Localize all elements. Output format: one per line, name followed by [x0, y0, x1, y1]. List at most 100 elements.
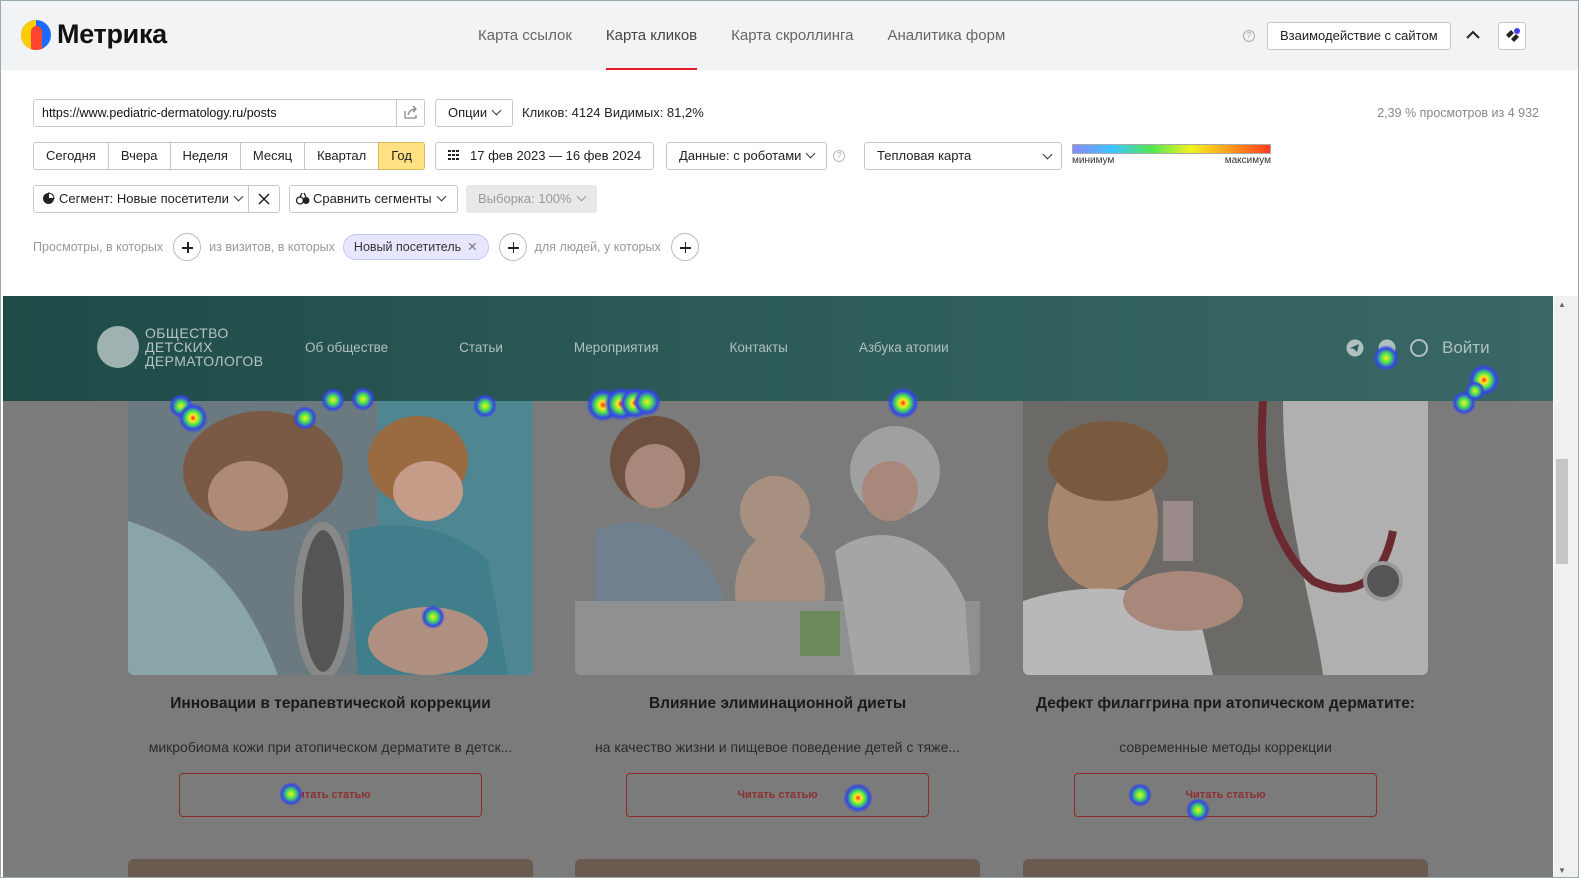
remove-chip-icon[interactable]: ✕ [467, 240, 477, 254]
options-label: Опции [448, 105, 488, 120]
segment-label: Сегмент: Новые посетители [59, 191, 229, 206]
period-month[interactable]: Месяц [239, 142, 306, 170]
segment-filter-row: Просмотры, в которых из визитов, в котор… [33, 233, 707, 261]
period-year[interactable]: Год [378, 142, 425, 170]
help-icon[interactable]: ? [1243, 30, 1255, 42]
logo-line-2: детских [145, 339, 213, 355]
tab-click-map[interactable]: Карта кликов [605, 1, 698, 70]
people-condition-label: для людей, у которых [534, 240, 661, 254]
next-article-image [575, 859, 980, 877]
article-title: Влияние элиминационной диеты [648, 695, 907, 712]
clear-segment-button[interactable] [248, 185, 280, 213]
metrika-logo-icon [21, 19, 51, 50]
article-title: Инновации в терапевтической коррекции [170, 695, 491, 712]
chevron-up-icon[interactable] [1464, 26, 1482, 44]
user-icon[interactable] [1410, 339, 1428, 357]
segment-dropdown[interactable]: Сегмент: Новые посетители [33, 185, 249, 213]
article-image[interactable] [1023, 401, 1428, 675]
site-nav-articles[interactable]: Статьи [459, 340, 503, 355]
views-share: 2,39 % просмотров из 4 932 [1377, 106, 1539, 120]
logo-line-3: дерматологов [145, 353, 264, 369]
new-visitor-chip[interactable]: Новый посетитель ✕ [342, 234, 489, 260]
interact-with-site-button[interactable]: Взаимодействие с сайтом [1267, 22, 1451, 50]
sample-label: Выборка: 100% [478, 191, 572, 206]
add-people-condition-button[interactable] [670, 233, 699, 261]
hands-logo-icon [97, 326, 139, 368]
chip-label: Новый посетитель [353, 240, 462, 254]
extension-button[interactable] [1498, 22, 1526, 50]
scroll-down-icon[interactable]: ▼ [1558, 866, 1566, 875]
doctor-with-baby-photo [575, 401, 980, 675]
logo-line-1: Общество [145, 325, 229, 341]
next-article-image [128, 859, 533, 877]
telegram-icon[interactable] [1346, 339, 1364, 357]
legend-min: минимум [1072, 155, 1115, 166]
tab-scroll-map[interactable]: Карта скроллинга [731, 1, 853, 70]
data-help-icon[interactable]: ? [833, 150, 845, 162]
article-image[interactable] [128, 401, 533, 675]
read-article-button[interactable]: Читать статью [626, 773, 929, 817]
read-article-button[interactable]: Читать статью [179, 773, 482, 817]
calendar-icon [448, 150, 459, 160]
login-link[interactable]: Войти [1442, 338, 1490, 358]
article-card[interactable]: Инновации в терапевтической коррекции ми… [128, 401, 533, 817]
read-article-button[interactable]: Читать статью [1074, 773, 1377, 817]
url-field[interactable]: https://www.pediatric-dermatology.ru/pos… [33, 99, 425, 127]
visits-condition-label: из визитов, в которых [209, 240, 335, 254]
data-source-dropdown[interactable]: Данные: с роботами [666, 142, 828, 170]
date-range-value: 17 фев 2023 — 16 фев 2024 [470, 148, 642, 163]
next-article-image [1023, 859, 1428, 877]
site-nav-contacts[interactable]: Контакты [730, 340, 788, 355]
article-title: Дефект филаггрина при атопическом дермат… [1036, 695, 1415, 712]
brand-name: Метрика [57, 19, 167, 49]
share-icon [404, 105, 417, 119]
chevron-down-icon [1042, 149, 1053, 160]
date-range-picker[interactable]: 17 фев 2023 — 16 фев 2024 [435, 142, 655, 170]
tab-form-analytics[interactable]: Аналитика форм [888, 1, 1006, 70]
compare-icon [295, 192, 310, 205]
views-condition-label: Просмотры, в которых [33, 240, 164, 254]
preview-scrollbar[interactable]: ▲ ▼ [1554, 296, 1578, 877]
scroll-thumb[interactable] [1556, 459, 1568, 564]
chevron-down-icon [233, 191, 244, 202]
app-window: { "app": { "brand": "Метрика" }, "tabs":… [0, 0, 1579, 878]
vk-icon[interactable] [1378, 339, 1396, 357]
site-nav-atopy[interactable]: Азбука атопии [859, 340, 949, 355]
open-url-button[interactable] [396, 100, 424, 126]
site-nav-about[interactable]: Об обществе [305, 340, 388, 355]
add-views-condition-button[interactable] [173, 233, 202, 261]
period-yesterday[interactable]: Вчера [107, 142, 171, 170]
period-selector: Сегодня Вчера Неделя Месяц Квартал Год [33, 142, 425, 170]
pie-chart-icon [43, 192, 55, 204]
chevron-down-icon [491, 105, 502, 116]
article-card[interactable]: Дефект филаггрина при атопическом дермат… [1023, 401, 1428, 817]
add-visits-condition-button[interactable] [498, 233, 527, 261]
article-subtitle: на качество жизни и пищевое поведение де… [594, 739, 961, 755]
legend-gradient [1072, 144, 1271, 154]
period-week[interactable]: Неделя [169, 142, 241, 170]
map-tabs: Карта ссылок Карта кликов Карта скроллин… [478, 1, 1039, 70]
click-stats: Кликов: 4124 Видимых: 81,2% [522, 105, 704, 120]
tab-link-map[interactable]: Карта ссылок [478, 1, 572, 70]
scroll-up-icon[interactable]: ▲ [1558, 300, 1566, 309]
map-type-label: Тепловая карта [877, 148, 972, 163]
period-quarter[interactable]: Квартал [304, 142, 380, 170]
top-bar: Метрика Карта ссылок Карта кликов Карта … [1, 1, 1578, 70]
society-logo[interactable]: Общество детских дерматологов [97, 326, 263, 368]
article-subtitle: микробиома кожи при атопическом дерматит… [148, 739, 513, 755]
compare-segments-dropdown[interactable]: Сравнить сегменты [289, 185, 458, 213]
article-card[interactable]: Влияние элиминационной диеты на качество… [575, 401, 980, 817]
doctor-examining-child-photo [128, 401, 533, 675]
map-type-select[interactable]: Тепловая карта [864, 142, 1062, 170]
options-dropdown[interactable]: Опции [435, 99, 514, 127]
metrika-logo[interactable]: Метрика [21, 19, 167, 50]
close-icon [258, 193, 270, 205]
chevron-down-icon [576, 191, 587, 202]
site-nav: Об обществе Статьи Мероприятия Контакты … [305, 340, 1020, 355]
doctor-examining-boy-photo [1023, 401, 1428, 675]
period-today[interactable]: Сегодня [33, 142, 109, 170]
site-preview[interactable]: Общество детских дерматологов Об обществ… [3, 296, 1553, 877]
article-image[interactable] [575, 401, 980, 675]
site-nav-events[interactable]: Мероприятия [574, 340, 659, 355]
legend-max: максимум [1224, 155, 1271, 166]
